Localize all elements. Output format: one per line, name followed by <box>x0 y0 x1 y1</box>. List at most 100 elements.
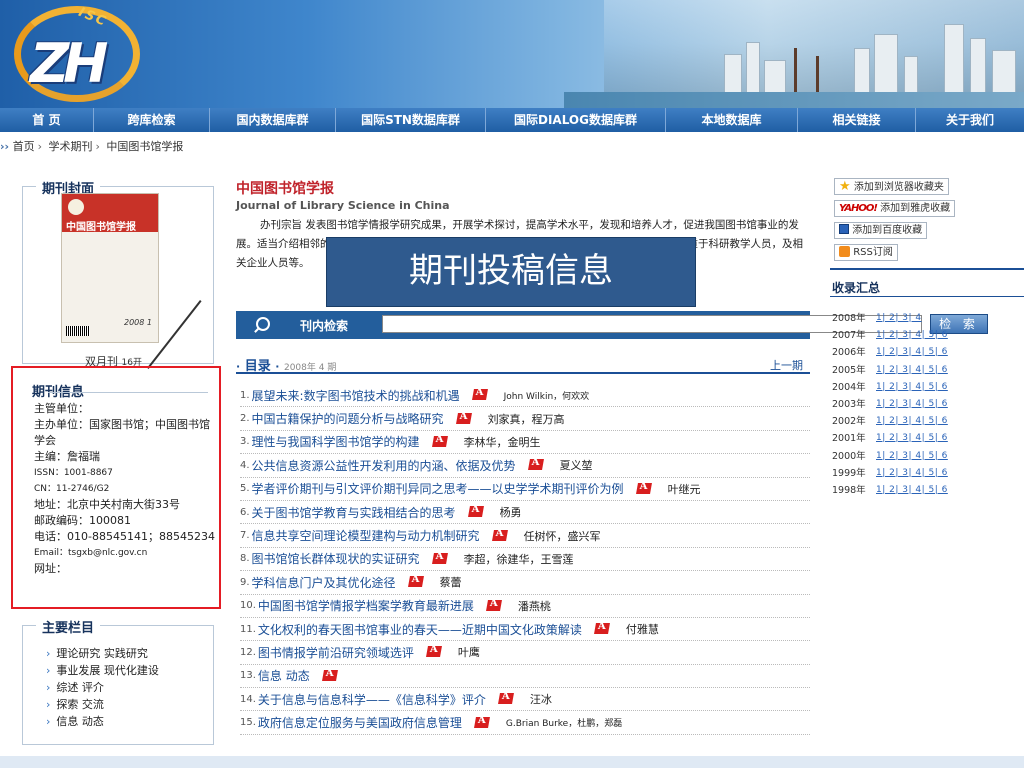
toc-row: 1.展望未来:数字图书馆技术的挑战和机遇 John Wilkin，何欢欢 <box>240 384 810 408</box>
info-editor: 主编：詹福瑞 <box>34 450 100 463</box>
article-title-link[interactable]: 关于图书馆学教育与实践相结合的思考 <box>252 504 456 521</box>
article-title-link[interactable]: 学者评价期刊与引文评价期刊异同之思考——以史学学术期刊评价为例 <box>252 480 624 497</box>
nav-about[interactable]: 关于我们 <box>916 108 1024 132</box>
issue-links[interactable]: 1| 2| 3| 4| 5| 6 <box>876 362 948 379</box>
toc-row: 7.信息共享空间理论模型建构与动力机制研究 任树怀，盛兴军 <box>240 524 810 548</box>
pdf-icon[interactable] <box>492 528 510 543</box>
section-link[interactable]: 信息 动态 <box>46 713 159 730</box>
article-title-link[interactable]: 公共信息资源公益性开发利用的内涵、依据及优势 <box>252 457 516 474</box>
issue-links[interactable]: 1| 2| 3| 4| 5| 6 <box>876 379 948 396</box>
pdf-icon[interactable] <box>322 668 340 683</box>
issue-links[interactable]: 1| 2| 3| 4| 5| 6 <box>876 482 948 499</box>
breadcrumb-current: 中国图书馆学报 <box>106 140 184 153</box>
issue-links[interactable]: 1| 2| 3| 4| 5| 6 <box>876 465 948 482</box>
article-title-link[interactable]: 学科信息门户及其优化途径 <box>252 574 396 591</box>
toc-row: 15.政府信息定位服务与美国政府信息管理 G.Brian Burke，杜鹏，郑磊 <box>240 711 810 735</box>
issue-links[interactable]: 1| 2| 3| 4 <box>876 310 922 327</box>
article-authors: 李林华，金明生 <box>463 435 541 449</box>
journal-cover-image[interactable]: 中国图书馆学报 2008 1 <box>61 193 159 343</box>
nav-dialog-db[interactable]: 国际DIALOG数据库群 <box>486 108 666 132</box>
toc-row: 8.图书馆馆长群体现状的实证研究 李超，徐建华，王雪莲 <box>240 548 810 572</box>
section-link[interactable]: 事业发展 现代化建设 <box>46 662 159 679</box>
info-organizer: 主办单位：国家图书馆；中国图书馆学会 <box>34 418 210 447</box>
section-link[interactable]: 理论研究 实践研究 <box>46 645 159 662</box>
pdf-icon[interactable] <box>498 691 516 706</box>
article-title-link[interactable]: 关于信息与信息科学——《信息科学》评介 <box>258 691 486 708</box>
pdf-icon[interactable] <box>472 387 490 402</box>
cover-year: 2008 1 <box>124 318 152 327</box>
article-title-link[interactable]: 展望未来:数字图书馆技术的挑战和机遇 <box>252 387 460 404</box>
nav-stn-db[interactable]: 国际STN数据库群 <box>336 108 486 132</box>
section-link[interactable]: 综述 评介 <box>46 679 159 696</box>
pdf-icon[interactable] <box>468 504 486 519</box>
issue-links[interactable]: 1| 2| 3| 4| 5| 6 <box>876 327 948 344</box>
add-browser-favorite-button[interactable]: ★ 添加到浏览器收藏夹 <box>834 178 949 195</box>
nav-local-db[interactable]: 本地数据库 <box>666 108 798 132</box>
journal-info-title: 期刊信息 <box>32 385 85 400</box>
issue-links[interactable]: 1| 2| 3| 4| 5| 6 <box>876 448 948 465</box>
rss-subscribe-button[interactable]: RSS订阅 <box>834 244 898 261</box>
search-icon <box>256 317 270 331</box>
article-title-link[interactable]: 图书情报学前沿研究领域选评 <box>258 644 414 661</box>
pdf-icon[interactable] <box>474 715 492 730</box>
add-baidu-favorite-button[interactable]: 添加到百度收藏 <box>834 222 928 239</box>
breadcrumb-arrow-icon: ›› <box>0 140 10 153</box>
info-issn: ISSN：1001-8867 <box>34 468 113 478</box>
breadcrumb-home[interactable]: 首页 <box>13 140 35 153</box>
breadcrumb-journals[interactable]: 学术期刊 <box>48 140 92 153</box>
article-authors: 汪冰 <box>529 693 552 707</box>
table-of-contents: 1.展望未来:数字图书馆技术的挑战和机遇 John Wilkin，何欢欢 2.中国古… <box>240 384 810 735</box>
article-title-link[interactable]: 图书馆馆长群体现状的实证研究 <box>252 550 420 567</box>
article-title-link[interactable]: 文化权利的春天图书馆事业的春天——近期中国文化政策解读 <box>258 621 582 638</box>
article-authors: 潘燕桃 <box>517 599 551 613</box>
pdf-icon[interactable] <box>594 621 612 636</box>
pdf-icon[interactable] <box>528 457 546 472</box>
article-title-link[interactable]: 信息 动态 <box>258 667 310 684</box>
add-yahoo-favorite-button[interactable]: YAHOO! 添加到雅虎收藏 <box>834 200 956 217</box>
info-email[interactable]: Email：tsgxb@nlc.gov.cn <box>34 545 216 561</box>
issue-links[interactable]: 1| 2| 3| 4| 5| 6 <box>876 413 948 430</box>
article-authors: 蔡蕾 <box>439 576 462 590</box>
year-row: 2006年 1| 2| 3| 4| 5| 6 <box>832 344 948 361</box>
info-address: 地址：北京中关村南大街33号 <box>34 498 180 511</box>
pdf-icon[interactable] <box>432 434 450 449</box>
nav-home[interactable]: 首 页 <box>0 108 94 132</box>
issue-links[interactable]: 1| 2| 3| 4| 5| 6 <box>876 344 948 361</box>
toc-row-number: 2. <box>240 413 250 425</box>
info-cn: CN：11-2746/G2 <box>34 484 110 494</box>
article-title-link[interactable]: 中国图书馆学情报学档案学教育最新进展 <box>258 597 474 614</box>
issue-links[interactable]: 1| 2| 3| 4| 5| 6 <box>876 396 948 413</box>
issue-links[interactable]: 1| 2| 3| 4| 5| 6 <box>876 430 948 447</box>
journal-english-title: Journal of Library Science in China <box>236 199 450 212</box>
year-label: 1999年 <box>832 467 866 479</box>
right-divider <box>830 268 1024 270</box>
pdf-icon[interactable] <box>432 551 450 566</box>
year-label: 2007年 <box>832 330 866 342</box>
article-authors: 杨勇 <box>499 506 522 520</box>
submission-info-overlay[interactable]: 期刊投稿信息 <box>326 237 696 307</box>
site-logo[interactable]: ZH <box>30 32 108 95</box>
toc-row: 12.图书情报学前沿研究领域选评 叶鹰 <box>240 641 810 665</box>
pdf-icon[interactable] <box>426 644 444 659</box>
article-title-link[interactable]: 信息共享空间理论模型建构与动力机制研究 <box>252 527 480 544</box>
article-title-link[interactable]: 理性与我国科学图书馆学的构建 <box>252 433 420 450</box>
article-title-link[interactable]: 政府信息定位服务与美国政府信息管理 <box>258 714 462 731</box>
year-label: 2008年 <box>832 313 866 324</box>
nav-links[interactable]: 相关链接 <box>798 108 916 132</box>
toc-row: 9.学科信息门户及其优化途径 蔡蕾 <box>240 571 810 595</box>
pdf-icon[interactable] <box>408 574 426 589</box>
pdf-icon[interactable] <box>636 481 654 496</box>
pdf-icon[interactable] <box>486 598 504 613</box>
nav-cross-search[interactable]: 跨库检索 <box>94 108 210 132</box>
toc-row: 13. 信息 动态 <box>240 665 810 689</box>
year-row: 1999年 1| 2| 3| 4| 5| 6 <box>832 465 948 482</box>
collection-summary-title: 收录汇总 <box>832 281 881 295</box>
pdf-icon[interactable] <box>456 411 474 426</box>
section-link[interactable]: 探索 交流 <box>46 696 159 713</box>
year-row: 2004年 1| 2| 3| 4| 5| 6 <box>832 379 948 396</box>
toc-row: 5.学者评价期刊与引文评价期刊异同之思考——以史学学术期刊评价为例 叶继元 <box>240 478 810 501</box>
nav-domestic-db[interactable]: 国内数据库群 <box>210 108 336 132</box>
article-title-link[interactable]: 中国古籍保护的问题分析与战略研究 <box>252 410 444 427</box>
previous-issue-link[interactable]: 上一期 <box>770 357 803 373</box>
add-browser-favorite-label: 添加到浏览器收藏夹 <box>853 182 944 193</box>
